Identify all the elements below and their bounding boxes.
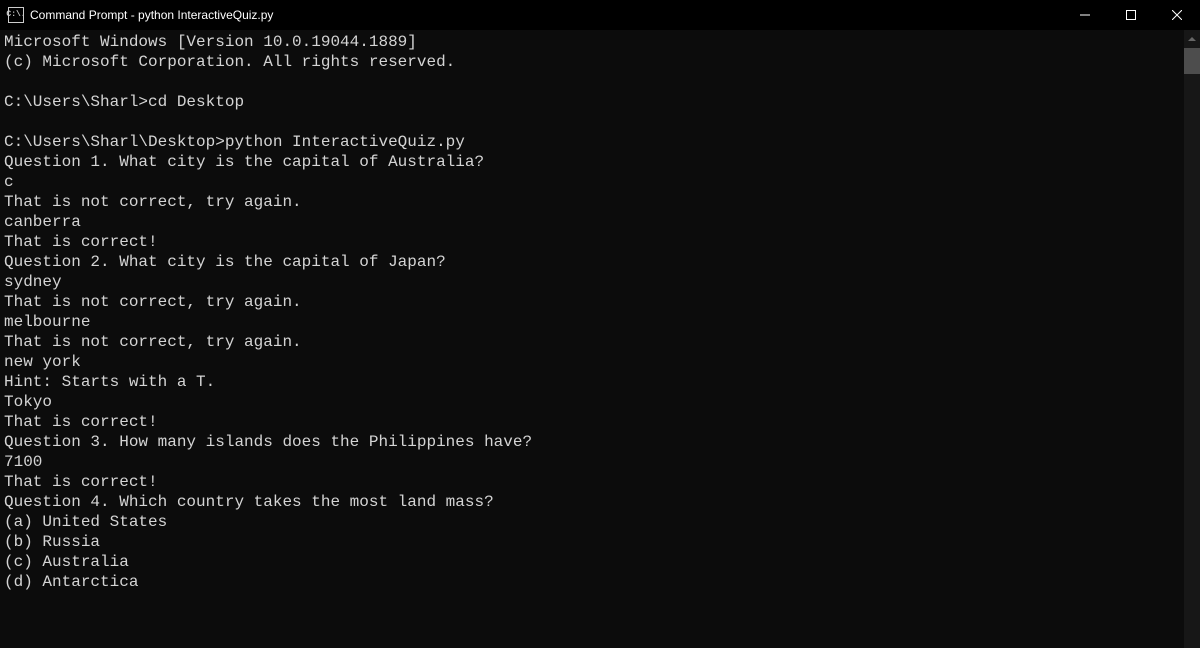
titlebar-left: C:\. Command Prompt - python Interactive… — [0, 7, 273, 23]
content-wrapper: Microsoft Windows [Version 10.0.19044.18… — [0, 30, 1200, 648]
titlebar-right — [1062, 0, 1200, 30]
scrollbar-thumb[interactable] — [1184, 48, 1200, 74]
window-title: Command Prompt - python InteractiveQuiz.… — [30, 8, 273, 22]
maximize-button[interactable] — [1108, 0, 1154, 30]
window-titlebar: C:\. Command Prompt - python Interactive… — [0, 0, 1200, 30]
minimize-button[interactable] — [1062, 0, 1108, 30]
scrollbar-up-button[interactable] — [1184, 30, 1200, 48]
vertical-scrollbar[interactable] — [1184, 30, 1200, 648]
close-button[interactable] — [1154, 0, 1200, 30]
cmd-icon: C:\. — [8, 7, 24, 23]
terminal-output[interactable]: Microsoft Windows [Version 10.0.19044.18… — [0, 30, 1184, 648]
